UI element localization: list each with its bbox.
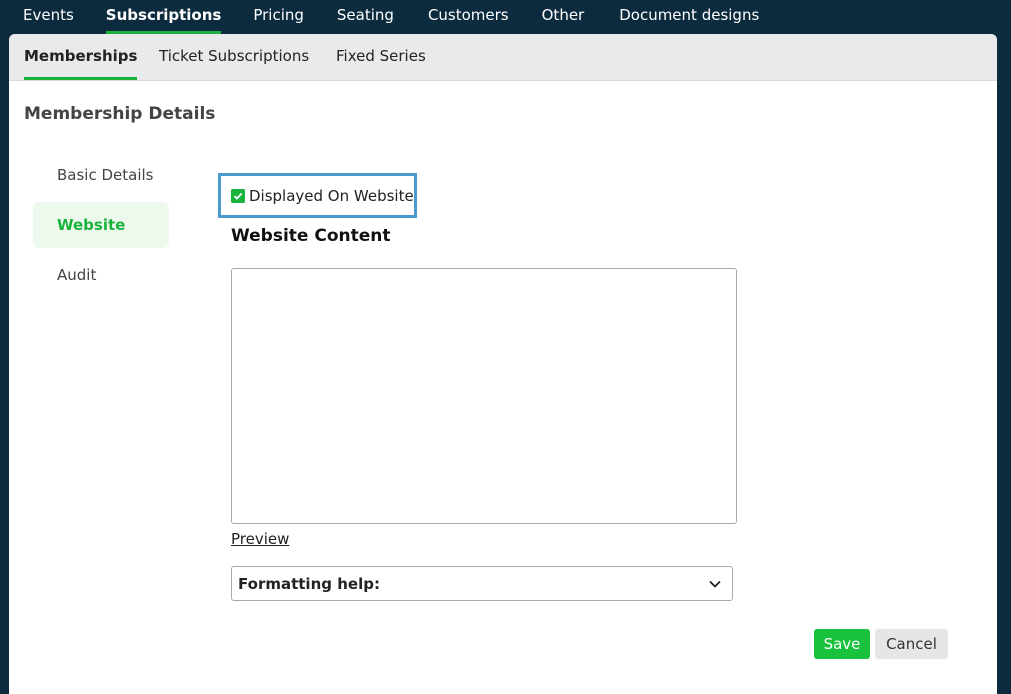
sub-nav: Memberships Ticket Subscriptions Fixed S… — [9, 34, 997, 81]
nav-document-designs[interactable]: Document designs — [619, 0, 759, 34]
formatting-help-label: Formatting help: — [238, 574, 380, 593]
tab-fixed-series[interactable]: Fixed Series — [336, 34, 426, 80]
nav-pricing[interactable]: Pricing — [253, 0, 304, 34]
side-item-website[interactable]: Website — [33, 202, 169, 248]
save-button[interactable]: Save — [814, 629, 870, 659]
tab-ticket-subscriptions[interactable]: Ticket Subscriptions — [159, 34, 309, 80]
website-content-editor[interactable] — [231, 268, 737, 524]
content-card: Memberships Ticket Subscriptions Fixed S… — [9, 34, 997, 694]
nav-subscriptions[interactable]: Subscriptions — [105, 0, 222, 34]
top-nav: Events Subscriptions Pricing Seating Cus… — [0, 0, 1011, 34]
nav-events[interactable]: Events — [23, 0, 74, 34]
nav-seating[interactable]: Seating — [337, 0, 394, 34]
nav-customers[interactable]: Customers — [428, 0, 509, 34]
nav-other[interactable]: Other — [542, 0, 585, 34]
page-title: Membership Details — [24, 104, 216, 124]
side-item-audit[interactable]: Audit — [33, 252, 169, 298]
displayed-on-website-label: Displayed On Website — [249, 186, 414, 205]
formatting-help-dropdown[interactable]: Formatting help: — [231, 566, 733, 601]
displayed-on-website-checkbox[interactable] — [231, 188, 245, 203]
website-content-label: Website Content — [231, 226, 391, 246]
displayed-on-website-option[interactable]: Displayed On Website — [218, 173, 417, 218]
preview-link[interactable]: Preview — [231, 530, 289, 548]
side-item-basic-details[interactable]: Basic Details — [33, 152, 169, 198]
check-icon — [233, 192, 243, 200]
cancel-button[interactable]: Cancel — [875, 629, 948, 659]
chevron-down-icon — [709, 580, 721, 588]
tab-memberships[interactable]: Memberships — [24, 34, 138, 80]
